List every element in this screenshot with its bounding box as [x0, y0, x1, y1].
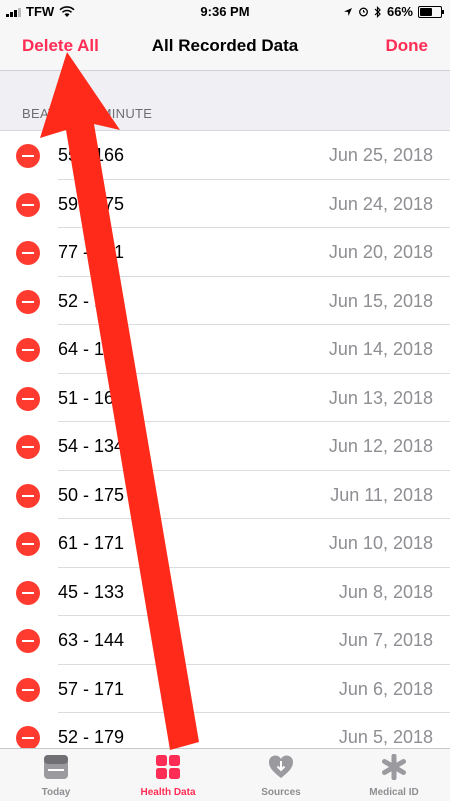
- record-date: Jun 12, 2018: [328, 436, 433, 456]
- record-date: Jun 15, 2018: [328, 290, 433, 311]
- data-list: 55 - 166 Jun 25, 2018 59 - 175 Jun 24, 2018…: [0, 130, 450, 762]
- tab-today[interactable]: Today: [0, 749, 112, 801]
- delete-row-button[interactable]: [16, 726, 40, 750]
- bpm-range: 63 - 144: [58, 630, 125, 650]
- list-item[interactable]: 64 - 168 Jun 14, 2018: [0, 325, 450, 374]
- record-date: Jun 11, 2018: [330, 484, 433, 505]
- delete-row-button[interactable]: [16, 289, 40, 314]
- bpm-range: 59 - 175: [58, 193, 125, 214]
- bpm-range: 61 - 171: [58, 533, 125, 553]
- location-icon: [343, 7, 352, 16]
- tab-health-data[interactable]: Health Data: [112, 749, 224, 801]
- bpm-range: 57 - 171: [58, 678, 125, 699]
- list-item[interactable]: 77 - 171 Jun 20, 2018: [0, 228, 450, 277]
- status-right: 66%: [343, 4, 444, 19]
- delete-row-button[interactable]: [16, 435, 40, 459]
- battery-percent: 66%: [386, 4, 413, 19]
- heart-download-icon: [269, 755, 293, 778]
- delete-row-button[interactable]: [16, 677, 40, 702]
- page-title: All Recorded Data: [151, 36, 299, 55]
- status-bar: TFW 9:36 PM 66%: [0, 0, 450, 22]
- delete-row-button[interactable]: [16, 338, 40, 362]
- tab-sources-label: Sources: [261, 787, 301, 798]
- list-item[interactable]: 55 - 166 Jun 25, 2018: [0, 131, 450, 180]
- record-date: Jun 5, 2018: [338, 727, 433, 747]
- record-date: Jun 7, 2018: [338, 630, 433, 650]
- bpm-range: 54 - 134: [58, 436, 125, 456]
- list-item[interactable]: 61 - 171 Jun 10, 2018: [0, 519, 450, 568]
- record-date: Jun 8, 2018: [338, 581, 433, 602]
- delete-row-button[interactable]: [16, 483, 40, 508]
- list-item[interactable]: 63 - 144 Jun 7, 2018: [0, 616, 450, 665]
- list-item[interactable]: 51 - 169 Jun 13, 2018: [0, 374, 450, 423]
- list-item[interactable]: 52 - 166 Jun 15, 2018: [0, 277, 450, 326]
- delete-row-button[interactable]: [16, 532, 40, 556]
- bpm-range: 50 - 175: [58, 484, 125, 505]
- delete-row-button[interactable]: [16, 629, 40, 653]
- grid-icon: [156, 755, 180, 779]
- bpm-range: 52 - 179: [58, 727, 125, 747]
- bpm-range: 52 - 166: [58, 290, 125, 311]
- asterisk-icon: [382, 754, 406, 780]
- bpm-range: 55 - 166: [58, 145, 125, 165]
- calendar-icon: [44, 755, 68, 779]
- tab-medical-id[interactable]: Medical ID: [338, 749, 450, 801]
- record-date: Jun 13, 2018: [328, 387, 433, 408]
- record-date: Jun 6, 2018: [338, 678, 433, 699]
- bluetooth-icon: [374, 5, 381, 18]
- list-item[interactable]: 50 - 175 Jun 11, 2018: [0, 471, 450, 520]
- delete-row-button[interactable]: [16, 241, 40, 265]
- done-button[interactable]: Done: [386, 36, 429, 56]
- bpm-range: 64 - 168: [58, 339, 125, 359]
- delete-row-button[interactable]: [16, 580, 40, 605]
- tab-health-data-label: Health Data: [140, 787, 196, 798]
- nav-bar: Delete All All Recorded Data Done: [0, 22, 450, 71]
- bpm-range: 77 - 171: [58, 242, 125, 262]
- delete-row-button[interactable]: [16, 386, 40, 411]
- list-item[interactable]: 59 - 175 Jun 24, 2018: [0, 180, 450, 229]
- tab-today-label: Today: [41, 787, 71, 798]
- tab-medical-id-label: Medical ID: [369, 787, 419, 798]
- tab-sources[interactable]: Sources: [225, 749, 337, 801]
- list-item[interactable]: 45 - 133 Jun 8, 2018: [0, 568, 450, 617]
- alarm-icon: [359, 7, 368, 17]
- record-date: Jun 20, 2018: [328, 242, 433, 262]
- section-header: BEATS PER MINUTE: [22, 106, 153, 121]
- record-date: Jun 10, 2018: [328, 533, 433, 553]
- record-date: Jun 24, 2018: [328, 193, 433, 214]
- battery-icon: [418, 5, 444, 18]
- tab-bar: Today Health Data Sources Medical ID: [0, 748, 450, 801]
- delete-row-button[interactable]: [16, 144, 40, 168]
- record-date: Jun 14, 2018: [328, 339, 433, 359]
- bpm-range: 45 - 133: [58, 581, 125, 602]
- delete-row-button[interactable]: [16, 192, 40, 217]
- record-date: Jun 25, 2018: [328, 145, 433, 165]
- list-item[interactable]: 54 - 134 Jun 12, 2018: [0, 422, 450, 471]
- list-item[interactable]: 57 - 171 Jun 6, 2018: [0, 665, 450, 714]
- bpm-range: 51 - 169: [58, 387, 125, 408]
